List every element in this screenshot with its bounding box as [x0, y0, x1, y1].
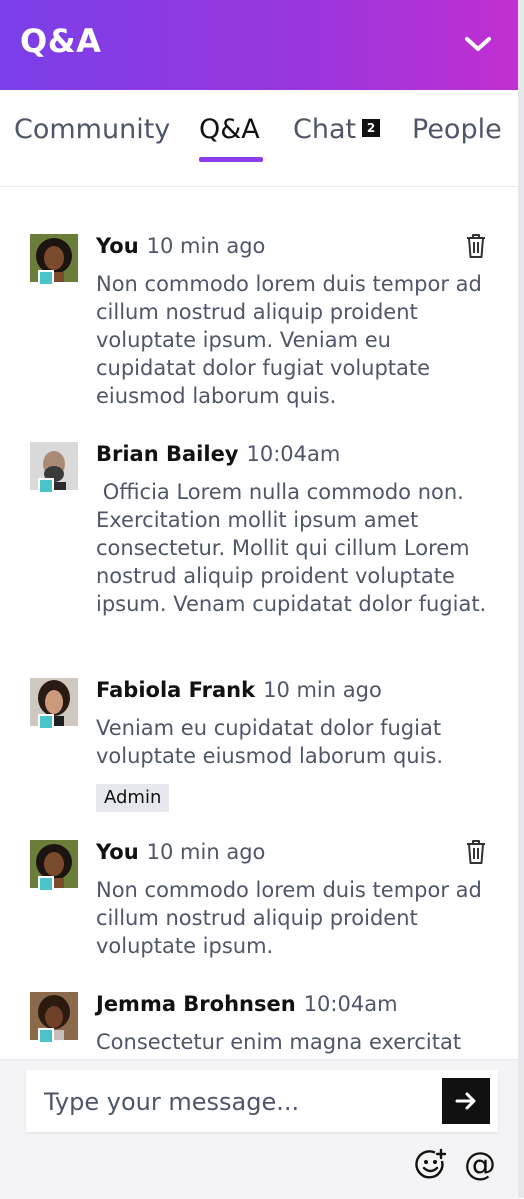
presence-indicator — [38, 270, 54, 286]
send-button[interactable] — [442, 1078, 490, 1124]
tab-chat-label: Chat — [293, 114, 357, 145]
message-text: Veniam eu cupidatat dolor fugiat volupta… — [96, 716, 444, 768]
mention-button[interactable]: @ — [462, 1146, 498, 1182]
panel-title: Q&A — [20, 22, 102, 60]
arrow-right-icon — [455, 1092, 476, 1110]
message-text: Officia Lorem nulla commodo non. Exercit… — [96, 480, 487, 616]
delete-button[interactable] — [464, 232, 488, 260]
tab-people[interactable]: People — [412, 114, 502, 145]
message-time: 10:04am — [303, 992, 398, 1016]
message-header: You 10 min ago — [96, 840, 265, 864]
emoji-add-icon — [415, 1148, 447, 1179]
active-tab-indicator — [199, 157, 263, 162]
at-sign-icon: @ — [464, 1145, 496, 1183]
unread-badge: 2 — [362, 119, 381, 137]
emoji-button[interactable] — [414, 1148, 448, 1182]
author-name: You — [96, 234, 139, 258]
tab-chat[interactable]: Chat 2 — [293, 114, 381, 145]
message-header: Fabiola Frank 10 min ago — [96, 678, 382, 702]
panel-header: Q&A — [0, 0, 518, 90]
message-time: 10 min ago — [263, 678, 382, 702]
trash-icon — [467, 234, 485, 258]
message-time: 10:04am — [246, 442, 341, 466]
message-input[interactable] — [42, 1080, 436, 1124]
message-time: 10 min ago — [146, 840, 266, 864]
presence-indicator — [38, 714, 54, 730]
presence-indicator — [38, 876, 54, 892]
message-header: You 10 min ago — [96, 234, 265, 258]
scroll-track — [518, 0, 524, 1198]
message-input-box — [26, 1070, 498, 1132]
author-name: You — [96, 840, 139, 864]
author-name: Jemma Brohnsen — [96, 992, 296, 1016]
message-text: Non commodo lorem duis tempor ad cillum … — [96, 878, 482, 958]
tab-community[interactable]: Community — [14, 114, 170, 145]
presence-indicator — [38, 478, 54, 494]
chevron-down-icon — [465, 37, 491, 51]
collapse-button[interactable] — [458, 28, 498, 60]
trash-icon — [467, 840, 485, 864]
tab-qa[interactable]: Q&A — [199, 114, 260, 145]
tab-bar: Community Q&A Chat 2 People — [0, 90, 518, 187]
message-header: Brian Bailey 10:04am — [96, 442, 340, 466]
message-text: Consectetur enim magna exercitat officia… — [96, 1030, 462, 1059]
message-text: Non commodo lorem duis tempor ad cillum … — [96, 272, 482, 408]
message-header: Jemma Brohnsen 10:04am — [96, 992, 398, 1016]
role-badge: Admin — [96, 784, 170, 812]
message-list[interactable]: You 10 min ago Non commodo lorem duis tem… — [0, 187, 518, 1059]
author-name: Fabiola Frank — [96, 678, 256, 702]
author-name: Brian Bailey — [96, 442, 239, 466]
delete-button[interactable] — [464, 838, 488, 866]
message-time: 10 min ago — [146, 234, 266, 258]
presence-indicator — [38, 1028, 54, 1044]
